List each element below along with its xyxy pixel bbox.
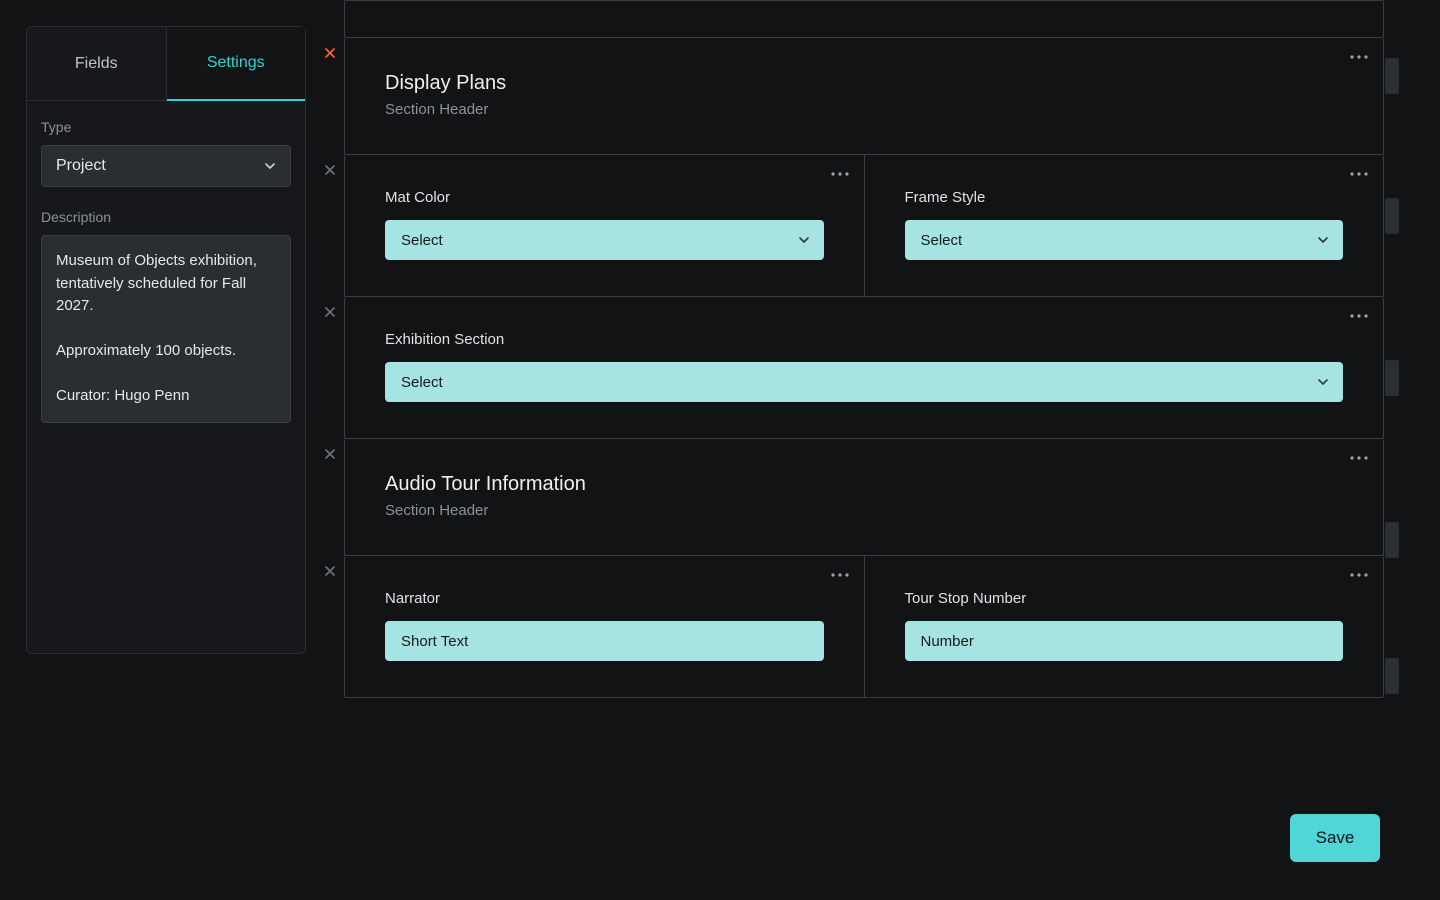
chevron-down-icon [798,234,810,246]
remove-row-icon[interactable] [323,46,337,60]
chevron-down-icon [1317,376,1329,388]
more-icon[interactable] [830,570,850,580]
field-type-pill[interactable]: Short Text [385,621,824,661]
field-label: Narrator [385,590,824,607]
more-icon[interactable] [1349,52,1369,62]
section-header-title: Display Plans [385,72,1343,95]
field-type-value: Select [401,374,443,391]
field-row: Narrator Short Text Tour Stop Number Num… [344,556,1384,698]
field-cell[interactable]: Audio Tour Information Section Header [345,439,1383,555]
remove-row-icon[interactable] [323,305,337,319]
more-icon[interactable] [1349,453,1369,463]
remove-row-icon[interactable] [323,163,337,177]
field-label: Exhibition Section [385,331,1343,348]
section-header-title: Audio Tour Information [385,473,1343,496]
field-type-select[interactable]: Select [385,362,1343,402]
settings-panel: Fields Settings Type Project Description… [26,26,306,654]
remove-row-icon[interactable] [323,447,337,461]
field-row-partial [344,0,1384,38]
chevron-down-icon [1317,234,1329,246]
type-label: Type [41,119,291,135]
chevron-down-icon [264,160,276,172]
field-cell[interactable]: Display Plans Section Header [345,38,1383,154]
section-header-subtitle: Section Header [385,101,1343,118]
field-label: Mat Color [385,189,824,206]
field-row: Audio Tour Information Section Header [344,439,1384,556]
field-type-value: Select [921,232,963,249]
field-type-value: Short Text [401,633,468,650]
field-type-value: Number [921,633,974,650]
background-strip [1385,58,1399,94]
field-row: Mat Color Select Frame Style Select [344,155,1384,297]
field-cell[interactable]: Mat Color Select [345,155,864,296]
field-row: Exhibition Section Select [344,297,1384,439]
section-header-subtitle: Section Header [385,502,1343,519]
description-label: Description [41,209,291,225]
field-row: Display Plans Section Header [344,38,1384,155]
field-type-pill[interactable]: Number [905,621,1344,661]
background-strip [1385,198,1399,234]
description-textarea[interactable]: Museum of Objects exhibition, tentativel… [41,235,291,423]
background-strip [1385,360,1399,396]
more-icon[interactable] [1349,311,1369,321]
more-icon[interactable] [1349,570,1369,580]
field-label: Frame Style [905,189,1344,206]
field-cell[interactable]: Frame Style Select [864,155,1384,296]
field-cell[interactable]: Exhibition Section Select [345,297,1383,438]
field-cell[interactable]: Narrator Short Text [345,556,864,697]
type-select[interactable]: Project [41,145,291,187]
field-cell[interactable]: Tour Stop Number Number [864,556,1384,697]
field-type-select[interactable]: Select [385,220,824,260]
type-value: Project [56,157,106,175]
field-type-value: Select [401,232,443,249]
fields-canvas: Display Plans Section Header Mat Color S… [344,0,1384,806]
panel-tabs: Fields Settings [27,27,305,101]
field-label: Tour Stop Number [905,590,1344,607]
background-strip [1385,658,1399,694]
background-strip [1385,522,1399,558]
remove-row-icon[interactable] [323,564,337,578]
save-button[interactable]: Save [1290,814,1380,862]
more-icon[interactable] [830,169,850,179]
more-icon[interactable] [1349,169,1369,179]
tab-fields[interactable]: Fields [27,27,167,101]
field-type-select[interactable]: Select [905,220,1344,260]
tab-settings[interactable]: Settings [167,27,306,101]
